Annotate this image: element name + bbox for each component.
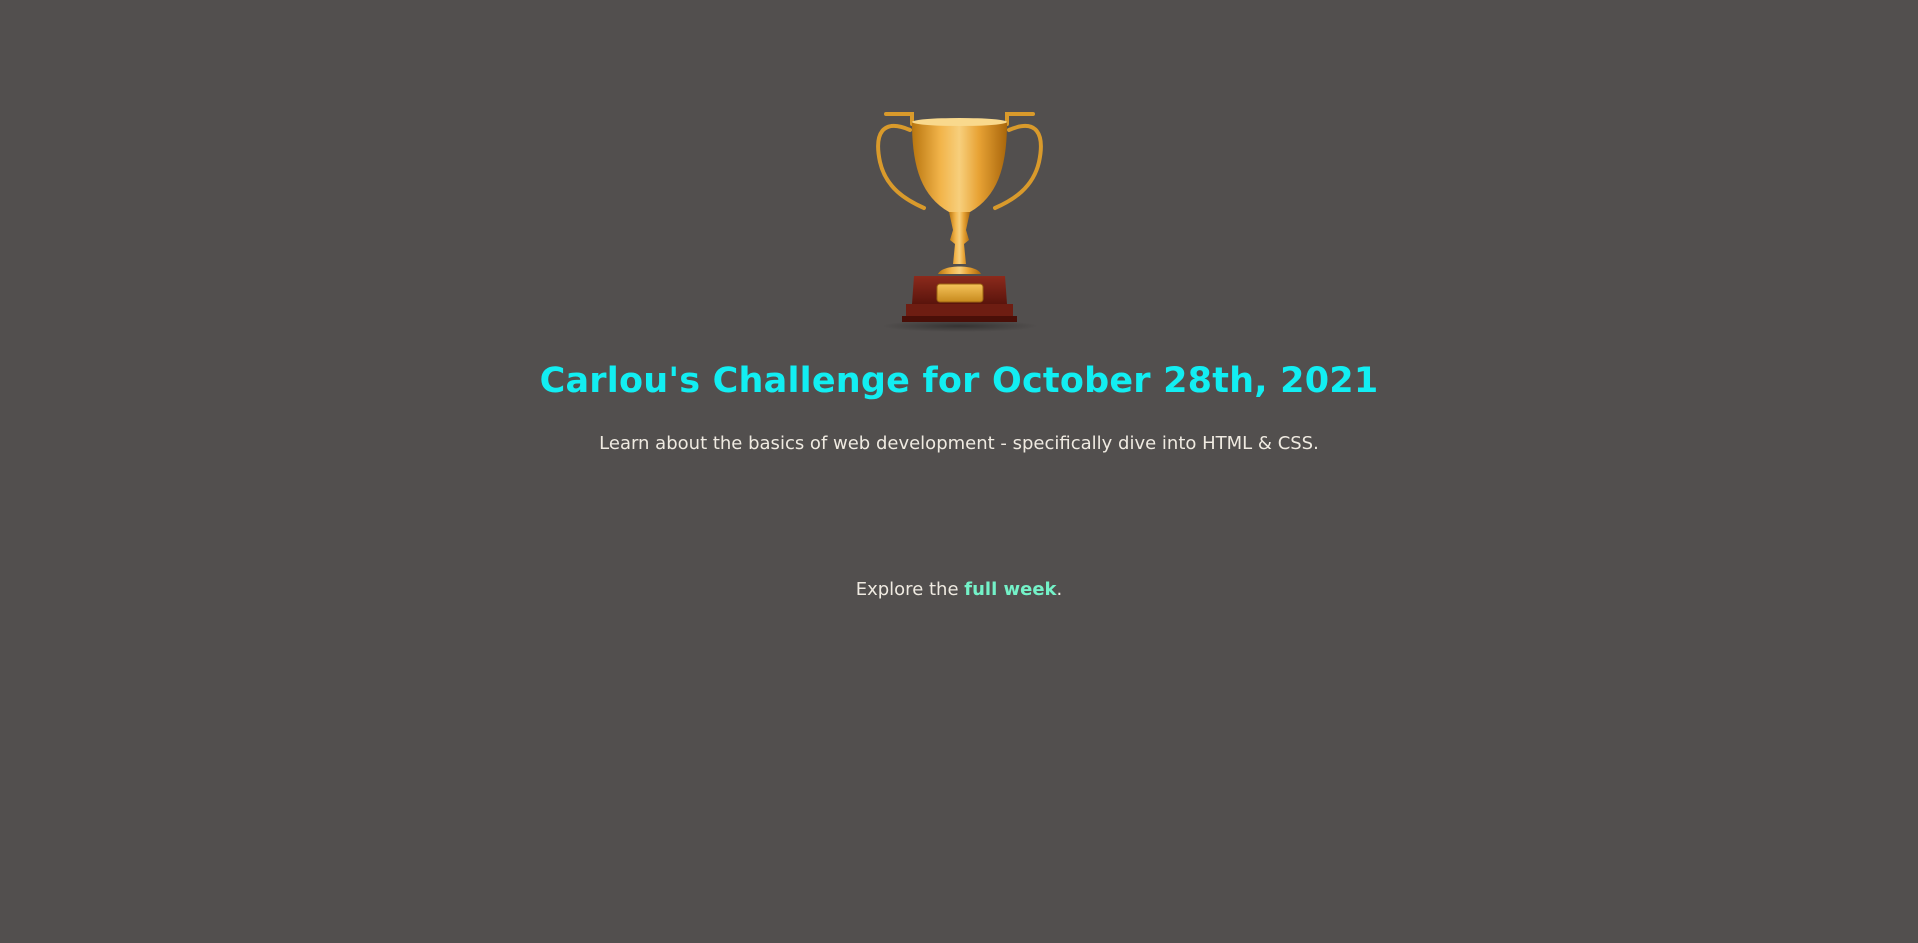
explore-suffix: . bbox=[1056, 579, 1063, 600]
explore-text: Explore the full week. bbox=[0, 576, 1918, 604]
page-subtitle: Learn about the basics of web developmen… bbox=[599, 433, 1319, 454]
explore-prefix: Explore the bbox=[855, 579, 965, 600]
page: Carlou's Challenge for October 28th, 202… bbox=[0, 0, 1918, 943]
full-week-link[interactable]: full week bbox=[964, 579, 1056, 600]
trophy-icon bbox=[872, 104, 1047, 336]
page-title: Carlou's Challenge for October 28th, 202… bbox=[539, 361, 1379, 401]
